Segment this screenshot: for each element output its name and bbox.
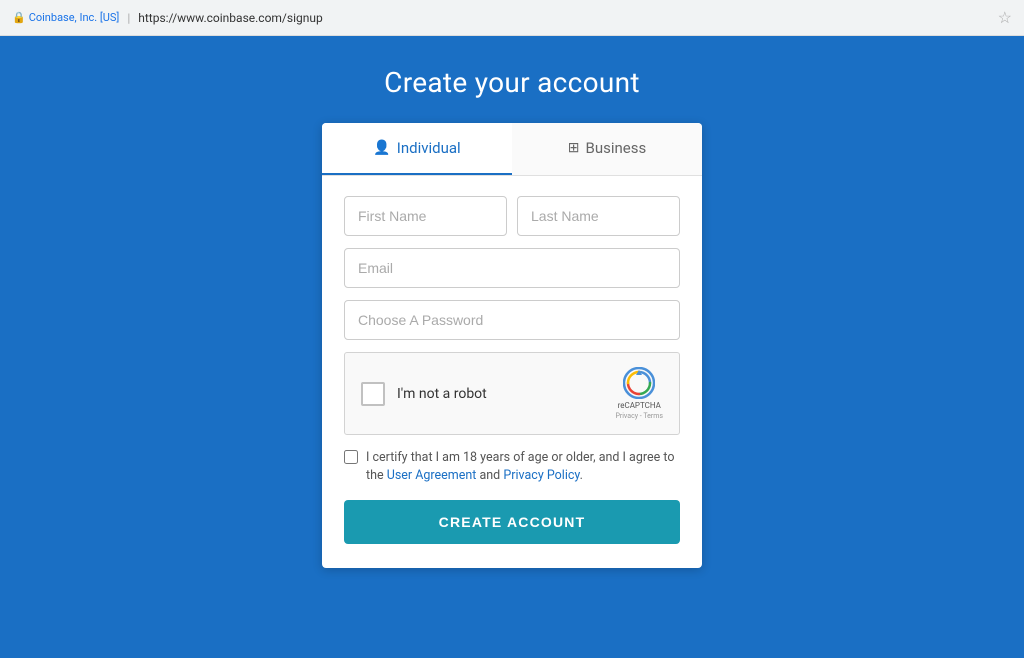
first-name-field[interactable] <box>344 196 507 236</box>
account-type-tabs: 👤 Individual ⊞ Business <box>322 123 702 176</box>
bookmark-star-icon[interactable]: ☆ <box>998 8 1012 27</box>
page-background: Create your account 👤 Individual ⊞ Busin… <box>0 36 1024 658</box>
signup-form: I'm not a robot reCAPTCHA Privacy - Term… <box>322 176 702 568</box>
individual-icon: 👤 <box>373 140 390 156</box>
privacy-policy-link[interactable]: Privacy Policy <box>503 468 579 483</box>
terms-row: I certify that I am 18 years of age or o… <box>344 449 680 484</box>
password-field[interactable] <box>344 300 680 340</box>
business-icon: ⊞ <box>568 140 580 156</box>
last-name-field[interactable] <box>517 196 680 236</box>
lock-icon: 🔒 <box>12 11 26 24</box>
recaptcha-left: I'm not a robot <box>361 382 487 406</box>
password-row <box>344 300 680 340</box>
url-divider: | <box>127 11 130 25</box>
user-agreement-link[interactable]: User Agreement <box>387 468 477 483</box>
create-account-button[interactable]: CREATE ACCOUNT <box>344 500 680 544</box>
page-title: Create your account <box>384 66 640 99</box>
signup-card: 👤 Individual ⊞ Business <box>322 123 702 568</box>
terms-text: I certify that I am 18 years of age or o… <box>366 449 680 484</box>
site-name: Coinbase, Inc. [US] <box>29 11 120 24</box>
tab-business[interactable]: ⊞ Business <box>512 123 702 175</box>
email-field[interactable] <box>344 248 680 288</box>
tab-business-label: Business <box>586 139 647 157</box>
recaptcha-links-text: Privacy - Terms <box>615 412 663 420</box>
browser-chrome: 🔒 Coinbase, Inc. [US] | https://www.coin… <box>0 0 1024 36</box>
tab-individual-label: Individual <box>397 139 461 157</box>
recaptcha-label: I'm not a robot <box>397 386 487 402</box>
security-indicator: 🔒 Coinbase, Inc. [US] <box>12 11 119 24</box>
email-row <box>344 248 680 288</box>
name-row <box>344 196 680 236</box>
terms-checkbox[interactable] <box>344 450 358 464</box>
url-bar[interactable]: https://www.coinbase.com/signup <box>138 11 322 25</box>
tab-individual[interactable]: 👤 Individual <box>322 123 512 175</box>
recaptcha-logo-icon <box>623 367 655 399</box>
recaptcha-branding: reCAPTCHA Privacy - Terms <box>615 367 663 420</box>
recaptcha-checkbox[interactable] <box>361 382 385 406</box>
recaptcha-widget[interactable]: I'm not a robot reCAPTCHA Privacy - Term… <box>344 352 680 435</box>
recaptcha-brand-text: reCAPTCHA <box>618 401 661 410</box>
